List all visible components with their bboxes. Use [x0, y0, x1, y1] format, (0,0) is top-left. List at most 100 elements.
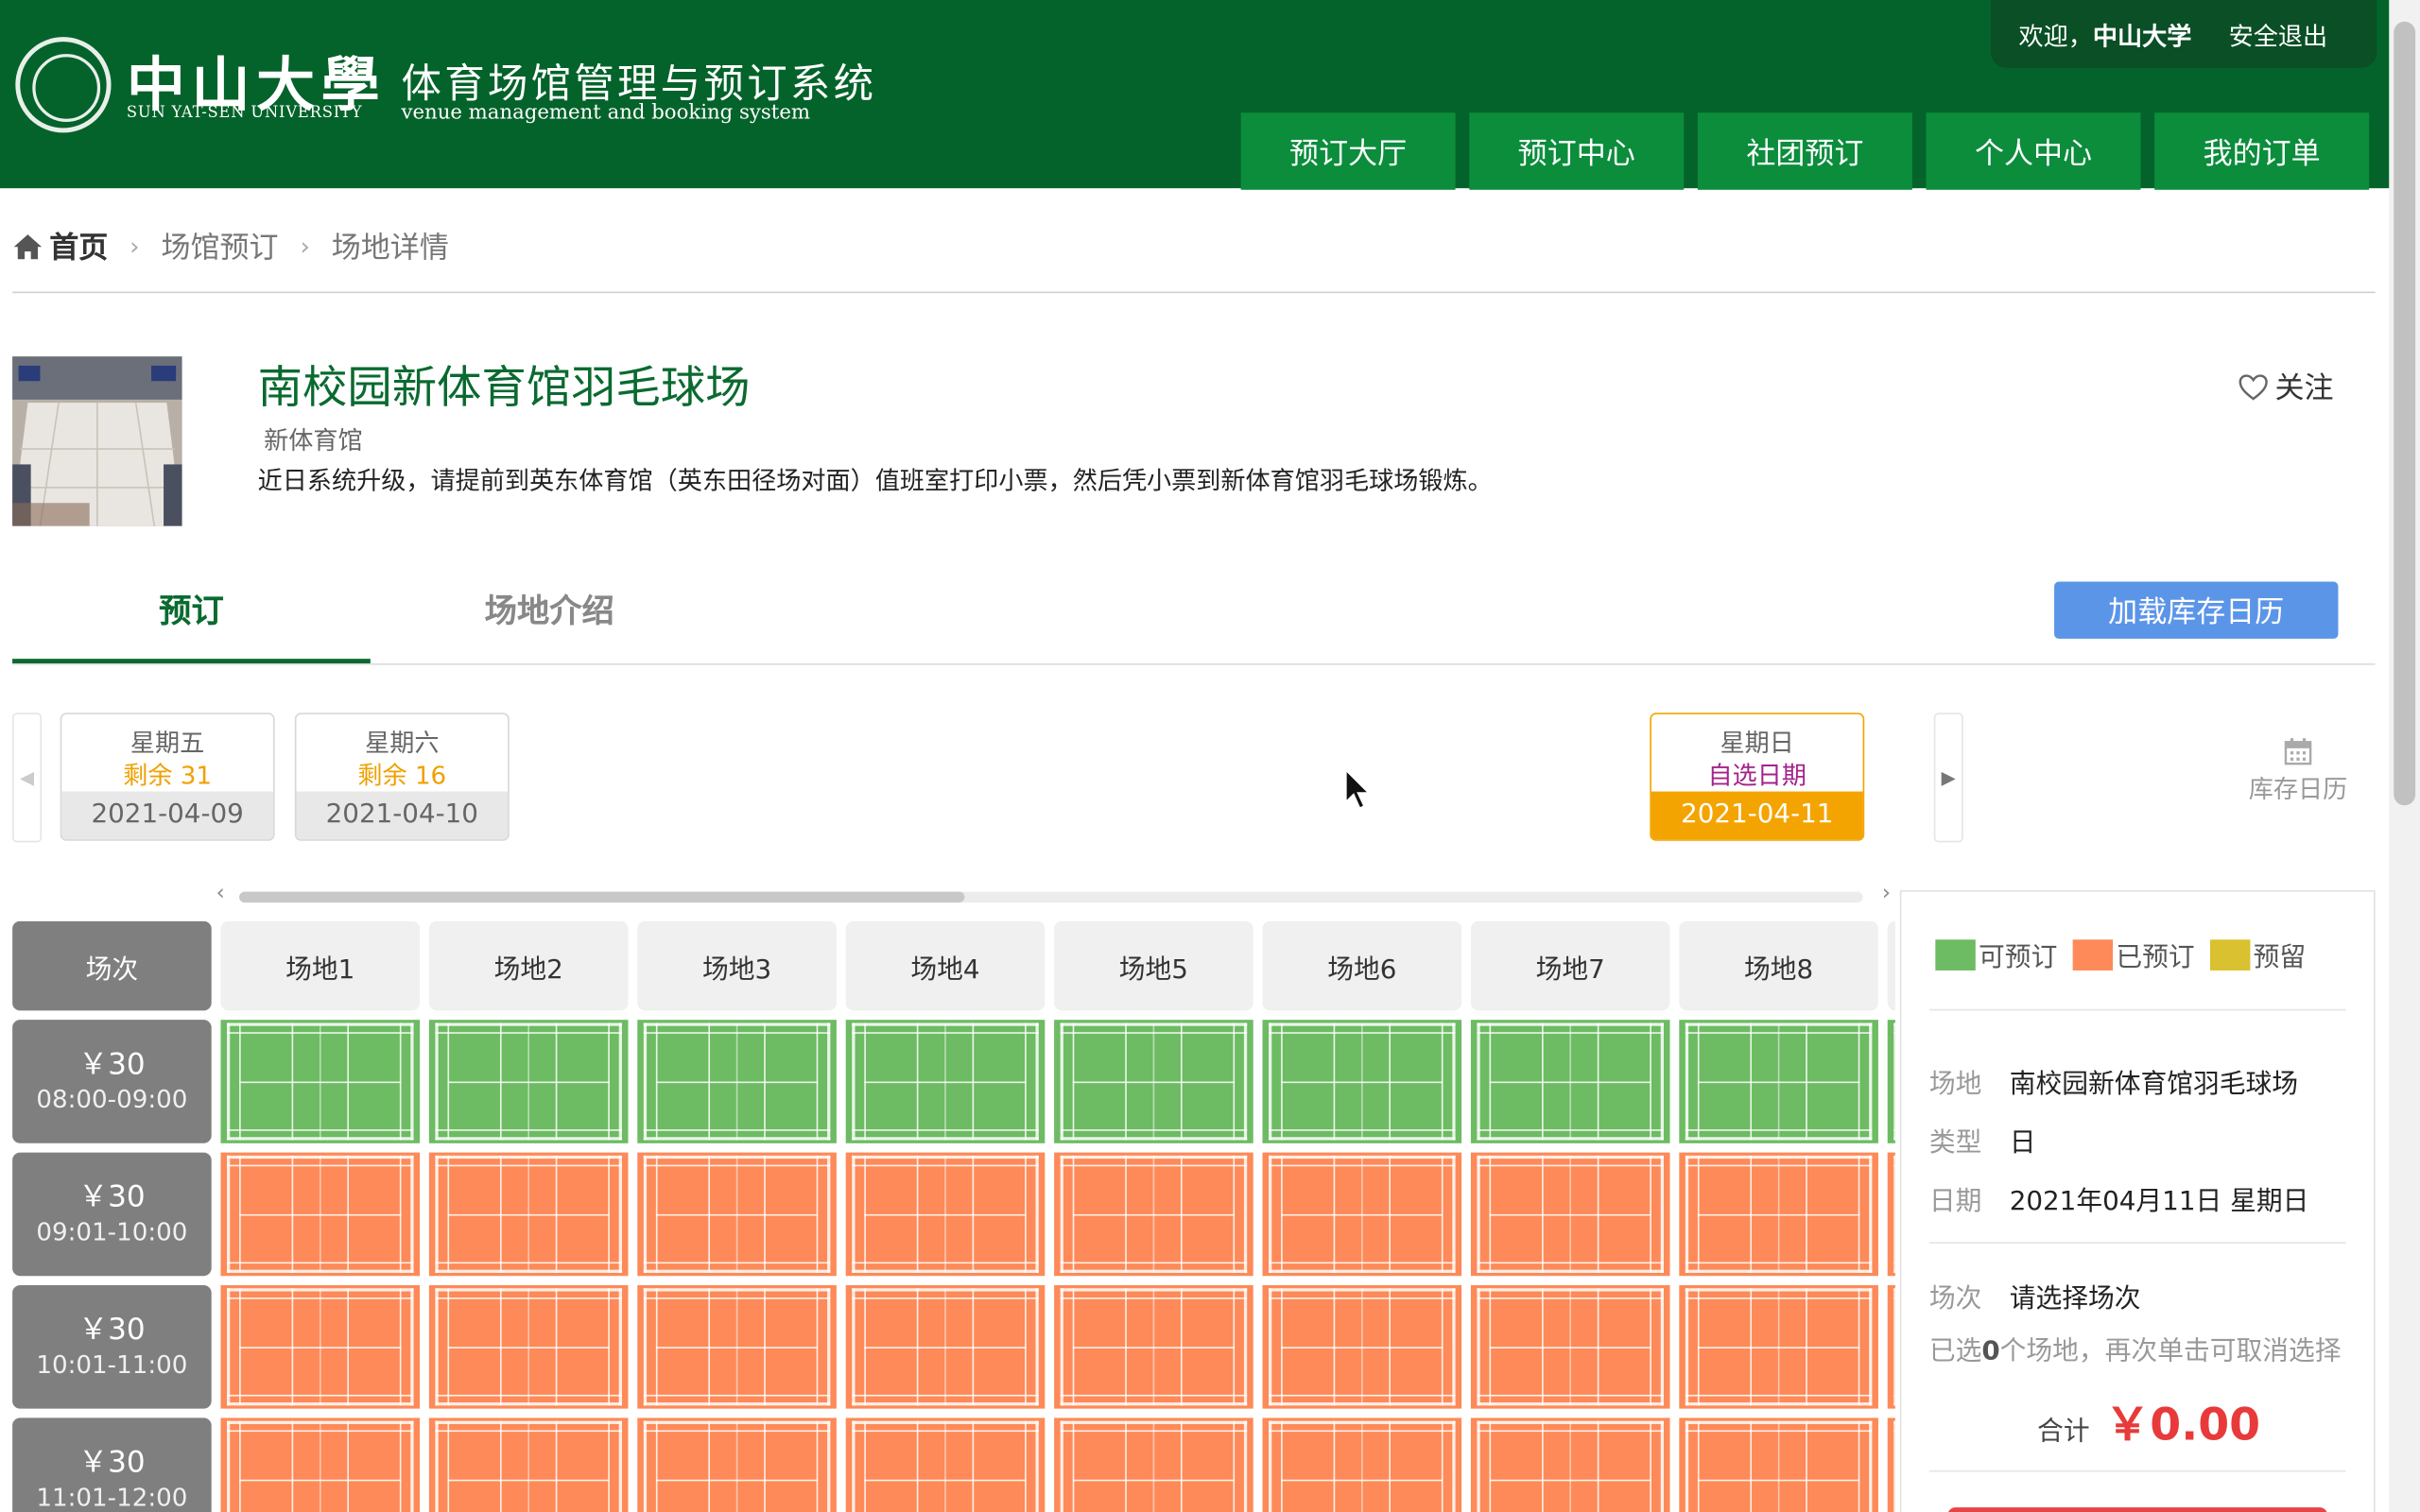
court-cell-available[interactable] [1679, 1020, 1878, 1143]
court-line [1685, 1420, 1689, 1512]
nav-personal-center[interactable]: 个人中心 [1926, 112, 2141, 190]
court-line [1360, 1420, 1363, 1512]
follow-button[interactable]: 关注 [2238, 366, 2334, 407]
load-calendar-button[interactable]: 加载库存日历 [2054, 581, 2339, 639]
court-line [1035, 1155, 1039, 1273]
breadcrumb-home-label: 首页 [49, 231, 109, 266]
court-line [1697, 1213, 1860, 1215]
logout-link[interactable]: 安全退出 [2229, 15, 2328, 52]
date-prev-button[interactable]: ◀ [12, 713, 43, 843]
court-line [1597, 1420, 1599, 1512]
chevron-right-icon: › [300, 231, 310, 261]
court-line [1243, 1288, 1248, 1406]
court-line [618, 1288, 622, 1406]
slot-price: ￥30 [78, 1313, 146, 1348]
court-line [1233, 1420, 1236, 1512]
court-cell-available[interactable] [220, 1020, 421, 1143]
legend-swatch [1935, 938, 1976, 971]
court-header: 场地7 [1470, 920, 1670, 1011]
breadcrumb-home[interactable]: 首页 [12, 225, 108, 266]
court-line [1869, 1155, 1873, 1273]
grid-horizontal-scrollbar[interactable]: ‹ › [216, 881, 1891, 907]
court-line [1025, 1420, 1027, 1512]
legend-swatch [2209, 938, 2251, 971]
calendar-link-label: 库存日历 [2248, 774, 2348, 804]
court-line [1542, 1420, 1545, 1512]
date-remaining: 剩余 31 [123, 760, 213, 790]
court-line [1893, 1155, 1895, 1273]
date-value: 2021-04-10 [296, 791, 509, 840]
venue-building: 新体育馆 [264, 425, 363, 455]
divider [12, 291, 2376, 294]
court-line [1685, 1022, 1689, 1141]
court-line [226, 1420, 231, 1512]
slot-time-cell: ￥30 10:01-11:00 [12, 1284, 212, 1409]
court-line [1660, 1155, 1664, 1273]
info-venue: 场地 南校园新体育馆羽毛球场 [1929, 1061, 2298, 1100]
nav-booking-center[interactable]: 预订中心 [1469, 112, 1685, 190]
breadcrumb-venue-booking[interactable]: 场馆预订 [161, 225, 278, 266]
court-line [1035, 1022, 1039, 1141]
court-line [1477, 1155, 1480, 1273]
court-line [1477, 1420, 1480, 1512]
tab-booking[interactable]: 预订 [12, 586, 371, 632]
court-cell-available[interactable] [1887, 1020, 1895, 1143]
court-line [1281, 1420, 1283, 1512]
info-date: 日期 2021年04月11日 星期日 [1929, 1178, 2309, 1218]
date-card-sat[interactable]: 星期六 剩余 16 2021-04-10 [294, 713, 510, 841]
court-cell-available[interactable] [428, 1020, 629, 1143]
info-slot: 场次 请选择场次 [1929, 1276, 2141, 1314]
court-cell-booked [1887, 1284, 1895, 1409]
date-card-sun-selected[interactable]: 星期日 自选日期 2021-04-11 [1650, 713, 1865, 841]
court-line [1893, 1164, 1895, 1167]
inventory-calendar-link[interactable]: 库存日历 [2244, 737, 2352, 805]
court-line [1893, 1032, 1895, 1034]
nav-booking-hall[interactable]: 预订大厅 [1240, 112, 1456, 190]
court-line [1243, 1155, 1248, 1273]
court-line [1660, 1022, 1664, 1141]
scroll-thumb[interactable] [2394, 21, 2416, 806]
court-header: 场地3 [637, 920, 837, 1011]
court-line [618, 1022, 622, 1141]
court-cell-available[interactable] [1054, 1020, 1253, 1143]
welcome-text: 欢迎， [2018, 21, 2093, 51]
grid-header-row: 场次 场地1 场地2 场地3 场地4 场地5 场地6 场地7 场地8 [12, 920, 1895, 1011]
court-line [1869, 1420, 1873, 1512]
court-line [447, 1346, 610, 1349]
submit-button[interactable] [1947, 1507, 2328, 1512]
scroll-thumb[interactable] [239, 891, 965, 903]
nav-my-orders[interactable]: 我的订单 [2154, 112, 2370, 190]
court-line [827, 1288, 831, 1406]
court-line [1893, 1288, 1895, 1406]
court-line [1060, 1022, 1063, 1141]
page-vertical-scrollbar[interactable] [2389, 0, 2420, 1512]
user-bar: 欢迎， 中山大学 安全退出 [1991, 0, 2377, 68]
court-cell-available[interactable] [637, 1020, 837, 1143]
court-cell-available[interactable] [1262, 1020, 1462, 1143]
court-cell-available[interactable] [1470, 1020, 1670, 1143]
scroll-left-icon[interactable]: ‹ [216, 881, 225, 905]
court-line [1243, 1022, 1248, 1141]
scroll-right-icon[interactable]: › [1882, 881, 1891, 905]
court-line [1035, 1420, 1039, 1512]
court-line [1777, 1420, 1780, 1512]
chevron-right-icon: › [130, 231, 140, 261]
date-next-button[interactable]: ▶ [1933, 713, 1963, 843]
court-line [618, 1420, 622, 1512]
court-line [1388, 1420, 1391, 1512]
court-cell-available[interactable] [845, 1020, 1046, 1143]
court-line [735, 1420, 738, 1512]
court-line [346, 1420, 349, 1512]
court-cell-booked [1262, 1152, 1462, 1277]
nav-club-booking[interactable]: 社团预订 [1697, 112, 1912, 190]
home-icon [13, 233, 43, 259]
date-card-fri[interactable]: 星期五 剩余 31 2021-04-09 [60, 713, 275, 841]
grid-slot-row: ￥30 08:00-09:00 [12, 1020, 1895, 1143]
slot-time-cell: ￥30 08:00-09:00 [12, 1020, 212, 1143]
court-cell-booked [1887, 1418, 1895, 1512]
court-line [852, 1155, 856, 1273]
court-line [319, 1420, 321, 1512]
court-line [435, 1155, 439, 1273]
tab-venue-intro[interactable]: 场地介绍 [371, 586, 729, 632]
status-legend: 可预订 已预订 预留 [1935, 935, 2321, 973]
